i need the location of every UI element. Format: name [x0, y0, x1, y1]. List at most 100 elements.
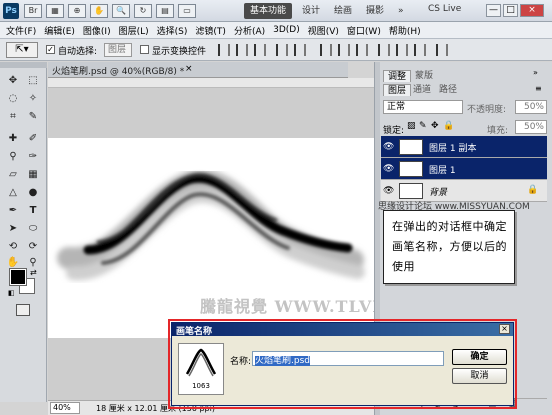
eye-icon[interactable]: 👁	[383, 164, 394, 174]
opacity-field[interactable]: 50%	[515, 100, 547, 114]
brush-name-input[interactable]: 火焰笔刷.psd	[252, 351, 444, 366]
foreground-color-swatch[interactable]	[9, 268, 27, 286]
clone-stamp-icon[interactable]: ⚲	[4, 148, 22, 165]
dodge-tool-icon[interactable]: ●	[24, 184, 42, 201]
maximize-button[interactable]: □	[503, 4, 518, 17]
align-bottom-icon[interactable]	[254, 44, 266, 56]
zoom-tool-icon[interactable]: 🔍	[112, 4, 130, 18]
lock-all-icon[interactable]: 🔒	[443, 121, 454, 131]
menu-file[interactable]: 文件(F)	[6, 24, 36, 37]
distribute-bottom-icon[interactable]	[356, 44, 368, 56]
zoom-level-icon[interactable]: ⊕	[68, 4, 86, 18]
panel-collapse-icon[interactable]: »	[533, 68, 538, 77]
eye-icon[interactable]: 👁	[383, 186, 394, 196]
menu-view[interactable]: 视图(V)	[308, 24, 339, 37]
eyedropper-icon[interactable]: ✎	[24, 108, 42, 125]
layer-row[interactable]: 👁 图层 1	[381, 158, 547, 180]
menu-layer[interactable]: 图层(L)	[119, 24, 149, 37]
align-hcenter-icon[interactable]	[294, 44, 306, 56]
distribute-right-icon[interactable]	[414, 44, 426, 56]
menu-analysis[interactable]: 分析(A)	[234, 24, 265, 37]
quick-mask-icon[interactable]	[16, 304, 30, 316]
menu-image[interactable]: 图像(I)	[83, 24, 111, 37]
rect-marquee-icon[interactable]: ⬚	[24, 72, 42, 89]
panel-menu-icon[interactable]: ≡	[535, 84, 542, 93]
bridge-icon[interactable]: Br	[24, 4, 42, 18]
cancel-button[interactable]: 取消	[452, 368, 507, 384]
auto-select-dropdown[interactable]: 图层	[104, 43, 132, 57]
document-tab[interactable]: 火焰笔刷.psd @ 40%(RGB/8) * ×	[48, 62, 348, 78]
layer-row[interactable]: 👁 图层 1 副本	[381, 136, 547, 158]
path-selection-icon[interactable]: ➤	[4, 220, 22, 237]
tab-masks[interactable]: 蒙版	[411, 70, 437, 82]
menu-window[interactable]: 窗口(W)	[347, 24, 381, 37]
menu-filter[interactable]: 滤镜(T)	[195, 24, 226, 37]
menu-help[interactable]: 帮助(H)	[389, 24, 421, 37]
ok-button[interactable]: 确定	[452, 349, 507, 365]
swap-colors-icon[interactable]: ⇄	[30, 268, 37, 277]
arrange-documents-icon[interactable]: ▤	[156, 4, 174, 18]
brush-tool-icon[interactable]: ✐	[24, 130, 42, 147]
hand-tool-icon[interactable]: ✋	[90, 4, 108, 18]
workspace-design-button[interactable]: 设计	[296, 3, 326, 19]
auto-align-icon[interactable]	[436, 44, 448, 56]
align-top-icon[interactable]	[218, 44, 230, 56]
type-tool-icon[interactable]: T	[24, 202, 42, 219]
gradient-tool-icon[interactable]: ▦	[24, 166, 42, 183]
screen-mode-icon[interactable]: ▭	[178, 4, 196, 18]
menu-3d[interactable]: 3D(D)	[273, 25, 300, 35]
tab-channels[interactable]: 通道	[409, 84, 435, 96]
magic-wand-icon[interactable]: ✧	[24, 90, 42, 107]
tools-panel-header[interactable]	[0, 62, 47, 68]
tab-adjustments[interactable]: 调整	[383, 70, 412, 82]
eye-icon[interactable]: 👁	[383, 142, 394, 152]
lock-transparent-icon[interactable]: ▨	[407, 121, 416, 131]
close-document-icon[interactable]: ×	[185, 64, 193, 74]
ellipse-tool-icon[interactable]: ⬭	[24, 220, 42, 237]
move-tool-preset-icon[interactable]: ⇱▾	[6, 42, 38, 58]
tab-paths[interactable]: 路径	[435, 84, 461, 96]
distribute-vcenter-icon[interactable]	[338, 44, 350, 56]
history-brush-icon[interactable]: ✑	[24, 148, 42, 165]
distribute-left-icon[interactable]	[378, 44, 390, 56]
fill-field[interactable]: 50%	[515, 120, 547, 134]
menu-select[interactable]: 选择(S)	[157, 24, 188, 37]
align-left-icon[interactable]	[276, 44, 288, 56]
title-bar: Ps Br ▦ ⊕ ✋ 🔍 ↻ ▤ ▭ 基本功能 设计 绘画 摄影 » CS L…	[0, 0, 552, 22]
workspace-more-button[interactable]: »	[392, 3, 410, 19]
3d-rotate-icon[interactable]: ⟲	[4, 238, 22, 255]
blend-mode-dropdown[interactable]: 正常	[383, 100, 463, 114]
dialog-title-bar[interactable]: 画笔名称 ×	[172, 323, 513, 337]
workspace-painting-button[interactable]: 绘画	[328, 3, 358, 19]
ruler	[48, 78, 374, 88]
layer-name: 图层 1	[429, 166, 456, 176]
close-window-button[interactable]: ×	[520, 4, 544, 17]
cs-live-button[interactable]: CS Live	[428, 4, 461, 14]
distribute-hcenter-icon[interactable]	[396, 44, 408, 56]
rotate-view-icon[interactable]: ↻	[134, 4, 152, 18]
pen-tool-icon[interactable]: ✒	[4, 202, 22, 219]
workspace-essentials-button[interactable]: 基本功能	[244, 3, 293, 19]
move-tool-icon[interactable]: ✥	[4, 72, 22, 89]
minibridge-icon[interactable]: ▦	[46, 4, 64, 18]
eraser-tool-icon[interactable]: ▱	[4, 166, 22, 183]
workspace-photography-button[interactable]: 摄影	[360, 3, 390, 19]
lock-position-icon[interactable]: ✥	[431, 121, 439, 131]
menu-edit[interactable]: 编辑(E)	[44, 24, 75, 37]
default-colors-icon[interactable]: ◧	[8, 289, 15, 297]
3d-orbit-icon[interactable]: ⟳	[24, 238, 42, 255]
crop-tool-icon[interactable]: ⌗	[4, 108, 22, 125]
align-vcenter-icon[interactable]	[236, 44, 248, 56]
lasso-tool-icon[interactable]: ◌	[4, 90, 22, 107]
lock-image-icon[interactable]: ✎	[419, 121, 427, 131]
distribute-top-icon[interactable]	[320, 44, 332, 56]
zoom-field[interactable]: 40%	[50, 402, 80, 414]
blur-tool-icon[interactable]: △	[4, 184, 22, 201]
minimize-button[interactable]: —	[486, 4, 501, 17]
auto-select-checkbox[interactable]: ✓	[46, 45, 55, 54]
tab-layers[interactable]: 图层	[383, 84, 412, 96]
healing-brush-icon[interactable]: ✚	[4, 130, 22, 147]
show-transform-checkbox[interactable]	[140, 45, 149, 54]
dialog-close-button[interactable]: ×	[499, 324, 510, 334]
lock-icon: 🔒	[527, 185, 539, 195]
